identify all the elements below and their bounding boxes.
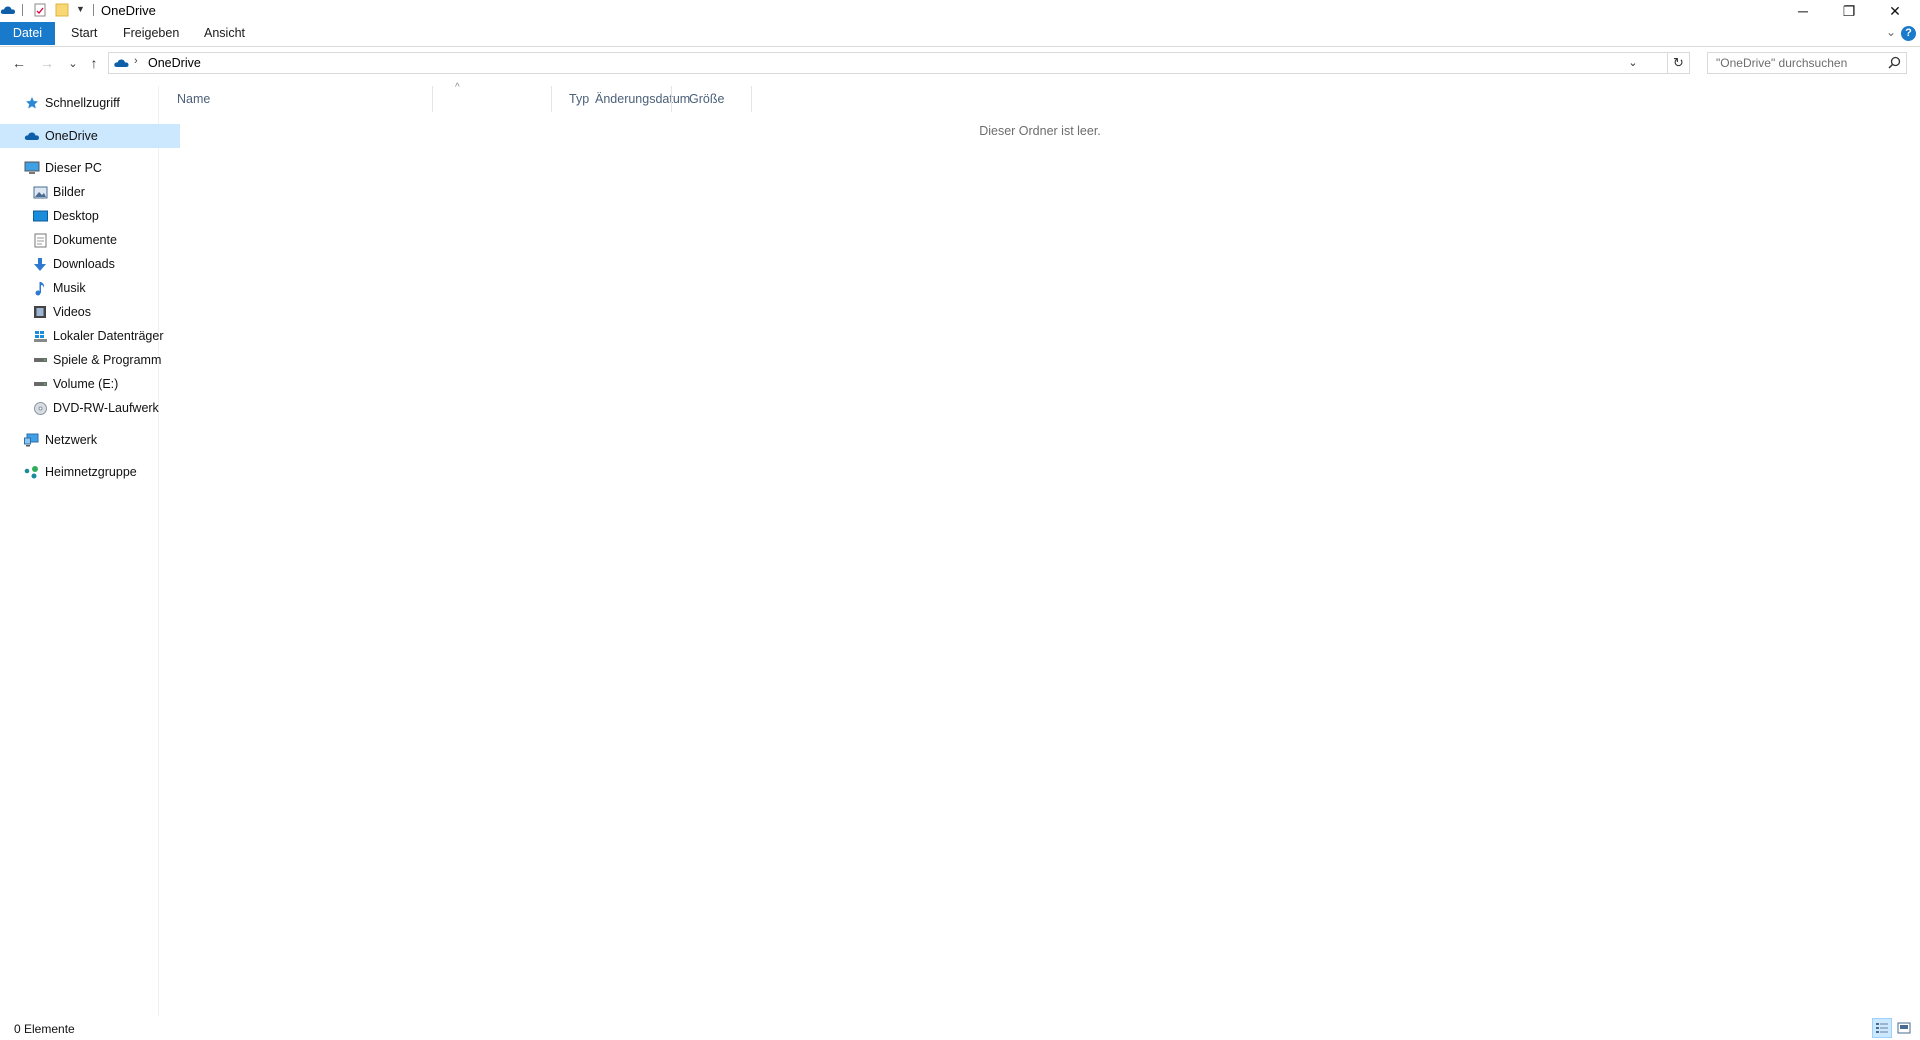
search-icon[interactable] — [1888, 56, 1901, 72]
restore-button[interactable]: ❐ — [1826, 0, 1872, 22]
tab-datei[interactable]: Datei — [0, 22, 55, 45]
help-icon[interactable]: ? — [1901, 26, 1916, 41]
sidebar-item-label: DVD-RW-Laufwerk — [53, 401, 159, 415]
file-list[interactable]: ^ Name Änderungsdatum Typ Größe Dieser O… — [159, 82, 1920, 1012]
tab-ansicht[interactable]: Ansicht — [192, 22, 257, 45]
empty-folder-message: Dieser Ordner ist leer. — [979, 124, 1101, 138]
drive-icon — [32, 352, 48, 368]
music-icon — [32, 280, 48, 296]
breadcrumb-onedrive[interactable]: OneDrive — [148, 56, 201, 70]
item-count: 0 Elemente — [14, 1022, 75, 1036]
homegroup-icon — [24, 464, 40, 480]
pictures-icon — [32, 184, 48, 200]
downloads-icon — [32, 256, 48, 272]
title-bar: ▼ OneDrive ─ ❐ ✕ — [0, 0, 1920, 22]
address-dropdown-chevron-icon[interactable]: ⌄ — [1625, 55, 1641, 71]
title-separator — [93, 4, 94, 16]
sidebar-item-label: Bilder — [53, 185, 85, 199]
sidebar-item-label: Downloads — [53, 257, 115, 271]
navigation-pane: Schnellzugriff OneDrive Dieser PC Bilder… — [0, 86, 180, 1016]
search-input[interactable] — [1708, 53, 1884, 73]
window-title: OneDrive — [101, 3, 156, 18]
large-icons-view-icon — [1897, 1022, 1911, 1034]
column-header-name[interactable]: Name — [159, 86, 432, 112]
sidebar-item-label: Lokaler Datenträger — [53, 329, 164, 343]
drive-icon — [32, 376, 48, 392]
properties-icon[interactable] — [33, 3, 47, 17]
sidebar-item-label: Dokumente — [53, 233, 117, 247]
sidebar-item-label: Netzwerk — [45, 433, 98, 447]
sidebar-item-schnellzugriff[interactable]: Schnellzugriff — [0, 91, 180, 115]
column-header-groesse[interactable]: Größe — [671, 86, 751, 112]
sidebar-item-netzwerk[interactable]: Netzwerk — [0, 428, 180, 452]
up-button[interactable]: ↑ — [83, 52, 105, 74]
title-separator — [22, 4, 23, 16]
breadcrumb-separator[interactable]: › — [134, 55, 138, 67]
forward-button[interactable]: → — [36, 52, 58, 74]
onedrive-cloud-icon — [113, 57, 130, 72]
sidebar-item-label: Volume (E:) — [53, 377, 119, 391]
documents-icon — [32, 232, 48, 248]
customize-quick-access-icon[interactable]: ▼ — [76, 4, 85, 14]
sidebar-item-label: OneDrive — [45, 129, 98, 143]
sidebar-item-label: Videos — [53, 305, 91, 319]
recent-locations-button[interactable]: ⌄ — [62, 52, 84, 74]
column-divider[interactable] — [751, 86, 752, 112]
onedrive-cloud-icon[interactable] — [0, 4, 15, 18]
dvd-icon — [32, 400, 48, 416]
address-bar[interactable]: › OneDrive ⌄ — [108, 52, 1668, 74]
star-icon — [24, 95, 40, 111]
sidebar-item-label: Spiele & Programm — [53, 353, 162, 367]
sidebar-item-heimnetzgruppe[interactable]: Heimnetzgruppe — [0, 460, 180, 484]
sidebar-item-label: Schnellzugriff — [45, 96, 120, 110]
column-header-typ[interactable]: Typ — [551, 86, 671, 112]
search-box — [1707, 52, 1907, 74]
close-button[interactable]: ✕ — [1872, 0, 1918, 22]
sidebar-item-dieser-pc[interactable]: Dieser PC — [0, 156, 180, 180]
details-view-icon — [1876, 1023, 1888, 1033]
status-bar: 0 Elemente — [0, 1016, 1920, 1040]
network-icon — [24, 432, 40, 448]
videos-icon — [32, 304, 48, 320]
sidebar-item-onedrive[interactable]: OneDrive — [0, 124, 180, 148]
ribbon-tabs: Datei Start Freigeben Ansicht ⌄ ? — [0, 22, 1920, 47]
new-folder-icon[interactable] — [55, 3, 69, 17]
minimize-button[interactable]: ─ — [1780, 0, 1826, 22]
back-button[interactable]: ← — [8, 52, 30, 74]
sidebar-item-label: Desktop — [53, 209, 99, 223]
computer-icon — [24, 160, 40, 176]
tab-start[interactable]: Start — [59, 22, 109, 45]
desktop-icon — [32, 208, 48, 224]
refresh-button[interactable]: ↻ — [1668, 52, 1690, 74]
expand-ribbon-chevron-icon[interactable]: ⌄ — [1886, 25, 1896, 39]
sidebar-item-label: Musik — [53, 281, 86, 295]
large-icons-view-button[interactable] — [1894, 1018, 1914, 1038]
navigation-bar: ← → ⌄ ↑ › OneDrive ⌄ ↻ — [0, 50, 1920, 78]
details-view-button[interactable] — [1872, 1018, 1892, 1038]
windows-drive-icon — [32, 328, 48, 344]
sidebar-item-label: Heimnetzgruppe — [45, 465, 137, 479]
onedrive-cloud-icon — [24, 128, 40, 144]
tab-freigeben[interactable]: Freigeben — [111, 22, 191, 45]
sidebar-item-label: Dieser PC — [45, 161, 102, 175]
